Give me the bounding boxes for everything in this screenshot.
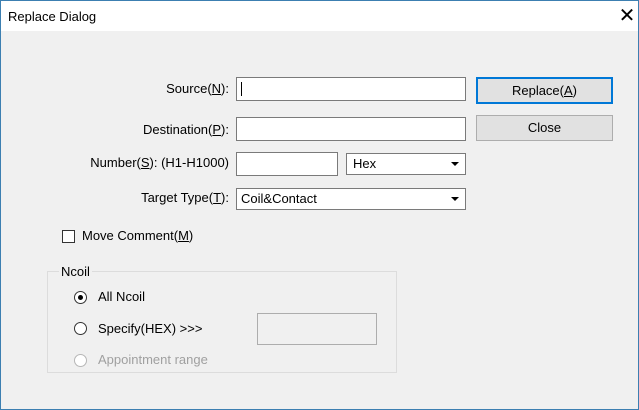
close-icon[interactable]: ✕ xyxy=(617,3,637,29)
title-bar: Replace Dialog ✕ xyxy=(1,1,638,31)
ncoil-group-label: Ncoil xyxy=(59,264,92,279)
appointment-range-label: Appointment range xyxy=(98,352,208,367)
target-type-select[interactable]: Coil&Contact xyxy=(236,188,466,210)
specify-hex-label[interactable]: Specify(HEX) >>> xyxy=(98,321,202,336)
move-comment-checkbox[interactable] xyxy=(62,230,75,243)
number-input[interactable] xyxy=(236,152,338,176)
replace-button[interactable]: Replace(A) xyxy=(476,77,613,104)
window-title: Replace Dialog xyxy=(8,9,97,24)
destination-input[interactable] xyxy=(236,117,466,141)
destination-label: Destination(P): xyxy=(143,122,229,137)
triangle-down-icon[interactable] xyxy=(446,190,464,208)
target-type-label: Target Type(T): xyxy=(141,190,229,205)
radio-appointment-range xyxy=(74,354,87,367)
source-input[interactable] xyxy=(236,77,466,101)
close-button[interactable]: Close xyxy=(476,115,613,141)
source-label: Source(N): xyxy=(166,81,229,96)
text-caret xyxy=(241,82,242,96)
radio-all-ncoil[interactable] xyxy=(74,291,87,304)
triangle-down-icon[interactable] xyxy=(446,155,464,173)
replace-dialog-window: Replace Dialog ✕ Source(N): Destination(… xyxy=(0,0,639,410)
radio-selected-dot xyxy=(78,295,83,300)
radio-specify-hex[interactable] xyxy=(74,322,87,335)
radix-select[interactable]: Hex xyxy=(346,153,466,175)
specify-hex-input xyxy=(257,313,377,345)
number-label: Number(S): (H1-H1000) xyxy=(90,155,229,170)
move-comment-label[interactable]: Move Comment(M) xyxy=(82,228,193,243)
all-ncoil-label[interactable]: All Ncoil xyxy=(98,289,145,304)
